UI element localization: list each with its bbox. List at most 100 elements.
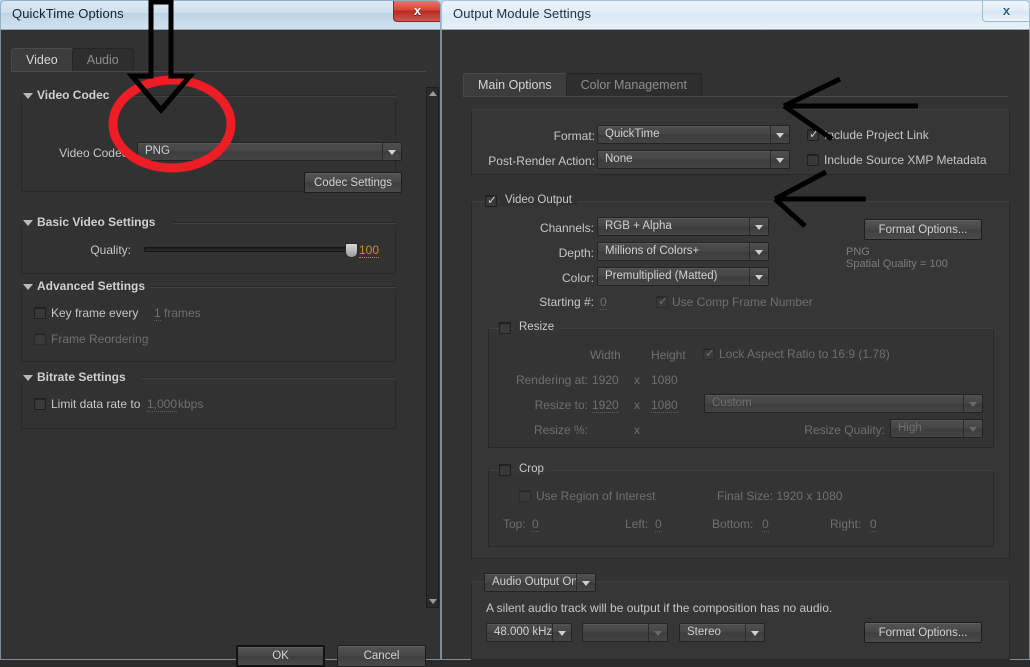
chevron-down-icon (648, 624, 667, 641)
tab-main-options[interactable]: Main Options (463, 73, 567, 97)
quality-label: Quality: (90, 243, 131, 257)
resize-group-title: Resize (514, 321, 560, 333)
quality-slider-track[interactable] (144, 247, 349, 252)
video-format-options-button[interactable]: Format Options... (864, 219, 982, 240)
format-dropdown[interactable]: QuickTime (597, 125, 790, 144)
close-button[interactable]: x (393, 1, 440, 22)
format-dropdown-value: QuickTime (605, 128, 660, 140)
limit-data-rate-checkbox[interactable] (34, 398, 46, 410)
scroll-down-arrow-icon[interactable] (427, 596, 438, 607)
output-module-tabs[interactable]: Main Options Color Management (463, 73, 702, 97)
audio-bit-depth-dropdown (582, 623, 668, 642)
output-module-settings-window[interactable]: Output Module Settings x Main Options Co… (441, 0, 1030, 660)
quicktime-title: QuickTime Options (12, 6, 124, 21)
key-frame-every-checkbox[interactable] (34, 307, 46, 319)
tab-video[interactable]: Video (11, 48, 73, 72)
quality-value[interactable]: 100 (359, 243, 380, 258)
resize-preset-value: Custom (712, 397, 752, 409)
quicktime-body: Video Audio Video Codec Video Codec: PNG… (0, 29, 441, 667)
crop-bottom-value[interactable]: 0 (762, 517, 769, 532)
resize-x-separator: x (634, 398, 640, 412)
audio-output-toggle-dropdown[interactable]: Audio Output On (484, 573, 596, 592)
crop-right-value[interactable]: 0 (870, 517, 877, 532)
quality-slider-knob[interactable] (345, 243, 358, 258)
resize-width-header: Width (590, 348, 621, 362)
crop-checkbox[interactable] (499, 464, 511, 476)
resize-quality-dropdown: High (890, 419, 983, 438)
video-output-group-title: Video Output (500, 194, 577, 206)
audio-output-toggle-value: Audio Output On (492, 576, 578, 588)
chevron-down-icon[interactable] (382, 143, 401, 160)
audio-note: A silent audio track will be output if t… (486, 601, 833, 615)
channels-label: Channels: (539, 221, 594, 235)
color-dropdown[interactable]: Premultiplied (Matted) (597, 267, 769, 286)
output-module-title: Output Module Settings (453, 6, 592, 21)
audio-output-group (471, 581, 1010, 660)
crop-right-label: Right: (830, 517, 862, 531)
advanced-settings-group (21, 290, 396, 362)
include-project-link-checkbox[interactable]: ✓ (807, 127, 820, 141)
crop-bottom-label: Bottom: (712, 517, 754, 531)
cancel-button[interactable]: Cancel (337, 645, 426, 667)
close-button[interactable]: x (982, 1, 1029, 22)
limit-data-rate-value[interactable]: 1,000 (147, 397, 178, 412)
crop-top-label: Top: (503, 517, 526, 531)
video-codec-dropdown[interactable]: PNG (137, 142, 402, 161)
rendering-x-separator: x (634, 373, 640, 387)
tabs-underline (11, 71, 426, 72)
check-icon: ✓ (809, 127, 820, 141)
codec-info-line-2: Spatial Quality = 100 (846, 258, 948, 270)
post-render-action-dropdown[interactable]: None (597, 150, 790, 169)
output-module-titlebar[interactable]: Output Module Settings x (441, 0, 1030, 29)
resize-width-value[interactable]: 1920 (592, 398, 619, 413)
resize-percent-x-separator: x (634, 423, 640, 437)
audio-rate-dropdown[interactable]: 48.000 kHz (486, 623, 572, 642)
crop-top-value[interactable]: 0 (532, 517, 539, 532)
chevron-down-icon[interactable] (770, 126, 789, 143)
resize-height-value[interactable]: 1080 (651, 398, 678, 413)
rendering-width-value: 1920 (592, 373, 619, 387)
frame-reordering-label: Frame Reordering (51, 332, 149, 346)
key-frame-every-value[interactable]: 1 (154, 306, 161, 321)
tabs-underline (463, 96, 1008, 97)
tab-audio[interactable]: Audio (71, 48, 134, 72)
chevron-down-icon[interactable] (552, 624, 571, 641)
audio-channels-dropdown[interactable]: Stereo (679, 623, 765, 642)
channels-dropdown[interactable]: RGB + Alpha (597, 217, 769, 236)
key-frame-every-units: frames (164, 306, 201, 320)
chevron-down-icon[interactable] (576, 574, 595, 591)
ok-button[interactable]: OK (236, 645, 325, 667)
limit-data-rate-units: kbps (178, 397, 204, 411)
screenshot-root: Output Module Settings x Main Options Co… (0, 0, 1030, 667)
starting-number-label: Starting #: (539, 295, 594, 309)
video-output-checkbox[interactable]: ✓ (485, 194, 497, 207)
codec-settings-button[interactable]: Codec Settings (304, 172, 402, 193)
chevron-down-icon[interactable] (745, 624, 764, 641)
advanced-settings-rule (151, 286, 396, 288)
use-region-of-interest-checkbox (519, 490, 531, 502)
vertical-scrollbar[interactable] (426, 87, 439, 608)
channels-dropdown-value: RGB + Alpha (605, 220, 672, 232)
tab-color-management[interactable]: Color Management (565, 73, 702, 97)
chevron-down-icon[interactable] (749, 268, 768, 285)
depth-dropdown[interactable]: Millions of Colors+ (597, 242, 769, 261)
crop-left-value[interactable]: 0 (655, 517, 662, 532)
resize-preset-dropdown: Custom (704, 394, 983, 413)
basic-video-rule (173, 222, 396, 224)
resize-checkbox[interactable] (499, 322, 511, 334)
chevron-down-icon[interactable] (749, 218, 768, 235)
resize-quality-value: High (898, 422, 922, 434)
use-comp-frame-number-label: Use Comp Frame Number (672, 295, 813, 309)
chevron-down-icon[interactable] (749, 243, 768, 260)
quicktime-options-window[interactable]: QuickTime Options x Video Audio Video Co… (0, 0, 441, 667)
chevron-down-icon (963, 395, 982, 412)
quicktime-titlebar[interactable]: QuickTime Options x (0, 0, 441, 29)
depth-label: Depth: (558, 246, 594, 260)
scroll-up-arrow-icon[interactable] (427, 88, 438, 99)
include-xmp-checkbox[interactable] (807, 154, 819, 166)
audio-format-options-button[interactable]: Format Options... (864, 622, 982, 643)
quicktime-tabs[interactable]: Video Audio (11, 48, 134, 72)
check-icon: ✓ (658, 294, 669, 308)
starting-number-value[interactable]: 0 (600, 295, 607, 310)
chevron-down-icon[interactable] (770, 151, 789, 168)
